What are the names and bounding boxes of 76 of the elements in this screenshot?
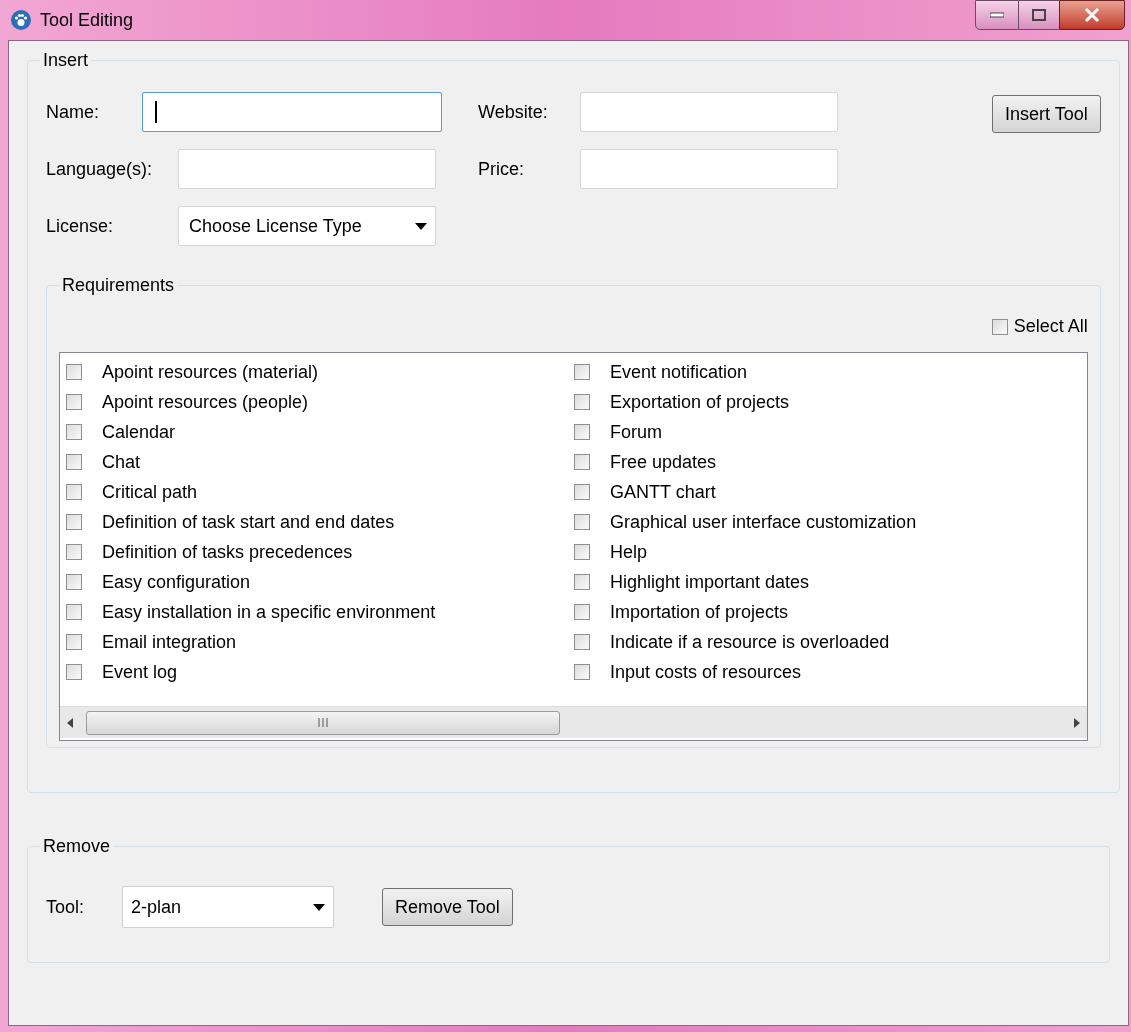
checkbox[interactable]	[66, 544, 82, 560]
checkbox[interactable]	[991, 318, 1008, 335]
field-label: License:	[46, 214, 115, 238]
checkbox-label: Apoint resources (material)	[102, 360, 319, 384]
checkbox[interactable]	[574, 544, 590, 560]
close-icon	[1084, 8, 1100, 22]
license-dropdown[interactable]: Choose License Type	[178, 206, 436, 246]
checkbox-label: Definition of tasks precedences	[102, 540, 353, 564]
dropdown-value: Choose License Type	[189, 214, 363, 238]
remove-tool-button[interactable]: Remove Tool	[382, 888, 513, 926]
field-label: Language(s):	[46, 157, 154, 181]
checkbox[interactable]	[66, 514, 82, 530]
minimize-icon	[990, 12, 1004, 18]
checkbox[interactable]	[66, 454, 82, 470]
dropdown-arrow-icon	[415, 222, 427, 230]
checkbox-label: Select All	[1013, 315, 1088, 338]
minimize-button[interactable]	[975, 0, 1019, 30]
group-label: Remove	[42, 835, 112, 858]
grip-icon	[318, 718, 328, 727]
field-label: Tool:	[46, 895, 86, 919]
checkbox[interactable]	[574, 634, 590, 650]
checkbox-label: Easy installation in a specific environment	[102, 600, 436, 624]
checkbox-label: Easy configuration	[102, 570, 251, 594]
checkbox[interactable]	[574, 664, 590, 680]
field-label: Website:	[478, 100, 549, 124]
field-label: Name:	[46, 100, 100, 124]
scroll-left-icon	[66, 717, 74, 728]
close-button[interactable]	[1059, 0, 1125, 30]
checkbox-label: Exportation of projects	[610, 390, 790, 414]
insert-tool-button[interactable]: Insert Tool	[992, 95, 1101, 133]
checkbox[interactable]	[66, 394, 82, 410]
checkbox-label: Critical path	[102, 480, 198, 504]
input-field[interactable]	[142, 92, 442, 132]
scrollbar-thumb[interactable]	[86, 710, 560, 735]
dropdown-value: 2-plan	[131, 895, 183, 919]
checkbox-label: Highlight important dates	[610, 570, 810, 594]
scroll-right-icon	[1072, 717, 1081, 728]
dropdown-arrow-icon	[313, 903, 325, 911]
maximize-icon	[1032, 9, 1046, 21]
checkbox-label: Help	[610, 540, 648, 564]
paw-icon	[10, 9, 32, 31]
checkbox-label: Email integration	[102, 630, 237, 654]
checkbox[interactable]	[66, 364, 82, 380]
checkbox-label: Input costs of resources	[610, 660, 802, 684]
checkbox-label: GANTT chart	[610, 480, 716, 504]
checkbox[interactable]	[66, 484, 82, 500]
checkbox[interactable]	[66, 664, 82, 680]
checkbox-label: Event notification	[610, 360, 748, 384]
maximize-button[interactable]	[1019, 0, 1059, 30]
checkbox-label: Importation of projects	[610, 600, 789, 624]
checkbox[interactable]	[574, 364, 590, 380]
checkbox-label: Indicate if a resource is overloaded	[610, 630, 890, 654]
checkbox[interactable]	[574, 514, 590, 530]
group-label: Insert	[42, 49, 90, 72]
checkbox-label: Free updates	[610, 450, 717, 474]
checkbox-label: Definition of task start and end dates	[102, 510, 395, 534]
checkbox[interactable]	[574, 574, 590, 590]
checkbox-label: Chat	[102, 450, 141, 474]
field-label: Price:	[478, 157, 525, 181]
checkbox[interactable]	[574, 424, 590, 440]
checkbox-label: Graphical user interface customization	[610, 510, 917, 534]
group-label: Requirements	[61, 274, 176, 297]
window-title: Tool Editing	[40, 8, 134, 32]
checkbox[interactable]	[574, 484, 590, 500]
checkbox[interactable]	[574, 604, 590, 620]
checkbox-label: Event log	[102, 660, 178, 684]
checkbox[interactable]	[66, 424, 82, 440]
checkbox[interactable]	[574, 454, 590, 470]
checkbox[interactable]	[66, 574, 82, 590]
tool-dropdown[interactable]: 2-plan	[122, 886, 334, 928]
checkbox-label: Calendar	[102, 420, 176, 444]
checkbox-label: Forum	[610, 420, 662, 444]
checkbox[interactable]	[66, 604, 82, 620]
checkbox[interactable]	[66, 634, 82, 650]
checkbox-label: Apoint resources (people)	[102, 390, 309, 414]
checkbox[interactable]	[574, 394, 590, 410]
